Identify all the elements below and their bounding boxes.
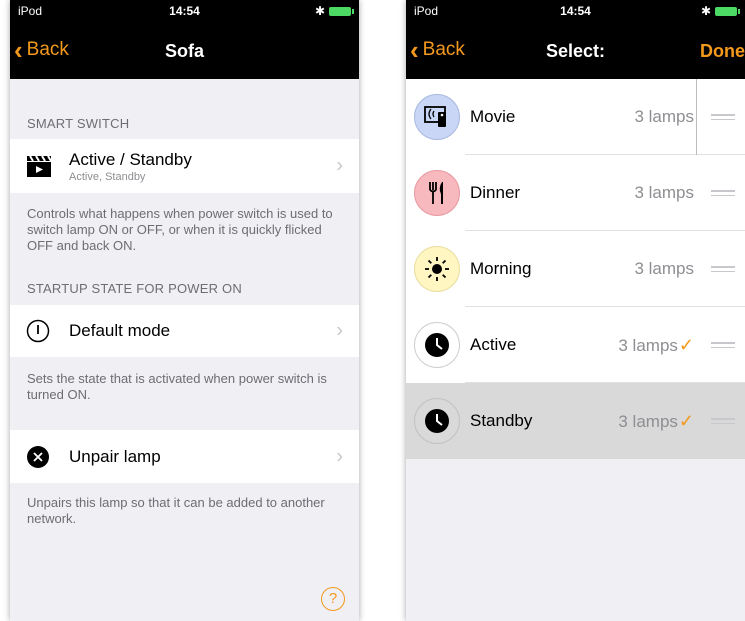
scene-row-morning[interactable]: Morning 3 lamps [406, 231, 745, 307]
scene-row-movie[interactable]: Movie 3 lamps [406, 79, 745, 155]
reorder-handle-icon[interactable] [711, 111, 735, 123]
battery-icon [715, 6, 740, 16]
startup-footer: Sets the state that is activated when po… [27, 371, 327, 402]
chevron-right-icon: › [336, 319, 343, 342]
done-button[interactable]: Done [700, 41, 745, 62]
clapperboard-icon [27, 155, 52, 177]
lamp-count: 3 lamps✓ [618, 334, 694, 355]
lamp-count: 3 lamps [634, 259, 694, 278]
chevron-right-icon: › [336, 445, 343, 467]
clock-icon [414, 322, 460, 368]
scroll-divider [696, 79, 697, 155]
chevron-right-icon: › [336, 154, 343, 177]
checkmark-icon: ✓ [678, 410, 694, 431]
clock-icon [414, 398, 460, 444]
clock: 14:54 [560, 4, 591, 18]
default-mode-cell[interactable]: Default mode › [10, 305, 359, 357]
reorder-handle-icon[interactable] [711, 339, 735, 351]
status-bar: iPod 14:54 ✱ [406, 0, 745, 22]
reorder-handle-icon[interactable] [711, 415, 735, 427]
fork-knife-icon [414, 170, 460, 216]
unpair-lamp-title: Unpair lamp [69, 446, 161, 466]
scene-name: Morning [470, 259, 532, 278]
help-button[interactable]: ? [321, 587, 345, 611]
battery-icon [329, 6, 354, 16]
scene-row-dinner[interactable]: Dinner 3 lamps [406, 155, 745, 231]
page-title: Select: [545, 41, 606, 61]
battery-indicator: ✱ [314, 4, 354, 18]
default-mode-title: Default mode [69, 321, 171, 340]
scene-name: Dinner [470, 183, 521, 202]
section-header-startup: STARTUP STATE FOR POWER ON [27, 281, 242, 296]
scene-row-standby[interactable]: Standby 3 lamps✓ [406, 383, 745, 459]
lamp-count: 3 lamps [634, 183, 694, 202]
lamp-count: 3 lamps [634, 107, 694, 126]
power-icon [26, 319, 50, 343]
close-circle-icon [27, 445, 49, 468]
smart-switch-title: Active / Standby [69, 149, 192, 169]
bluetooth-icon: ✱ [700, 4, 711, 18]
nav-bar: ‹ Back Select: Done [406, 22, 745, 79]
unpair-footer: Unpairs this lamp so that it can be adde… [27, 495, 325, 526]
scene-name: Movie [470, 107, 516, 126]
sun-icon [414, 246, 460, 292]
lamp-count: 3 lamps✓ [618, 410, 694, 431]
smart-switch-subtitle: Active, Standby [69, 170, 146, 183]
checkmark-icon: ✓ [678, 334, 694, 355]
reorder-handle-icon[interactable] [711, 187, 735, 199]
unpair-lamp-cell[interactable]: Unpair lamp › [10, 430, 359, 483]
bluetooth-icon: ✱ [314, 4, 325, 18]
scene-name: Standby [470, 411, 533, 430]
sofa-settings-screen: iPod 14:54 ✱ ‹ Back Sofa SMART SWITCH Ac… [10, 0, 359, 621]
section-header-smart-switch: SMART SWITCH [27, 116, 130, 131]
clock: 14:54 [169, 4, 200, 18]
battery-indicator: ✱ [700, 4, 740, 18]
scene-row-active[interactable]: Active 3 lamps✓ [406, 307, 745, 383]
smart-switch-footer: Controls what happens when power switch … [27, 206, 333, 253]
scene-list: Movie 3 lamps Dinner 3 lamps Morning 3 l… [406, 79, 745, 459]
scene-name: Active [470, 335, 517, 354]
nav-bar: ‹ Back Sofa [10, 22, 359, 79]
reorder-handle-icon[interactable] [711, 263, 735, 275]
tv-remote-icon [414, 94, 460, 140]
page-title: Sofa [164, 41, 204, 61]
scene-select-screen: iPod 14:54 ✱ ‹ Back Select: Done Movie 3… [406, 0, 745, 621]
status-bar: iPod 14:54 ✱ [10, 0, 359, 22]
smart-switch-cell[interactable]: Active / Standby Active, Standby › [10, 139, 359, 193]
